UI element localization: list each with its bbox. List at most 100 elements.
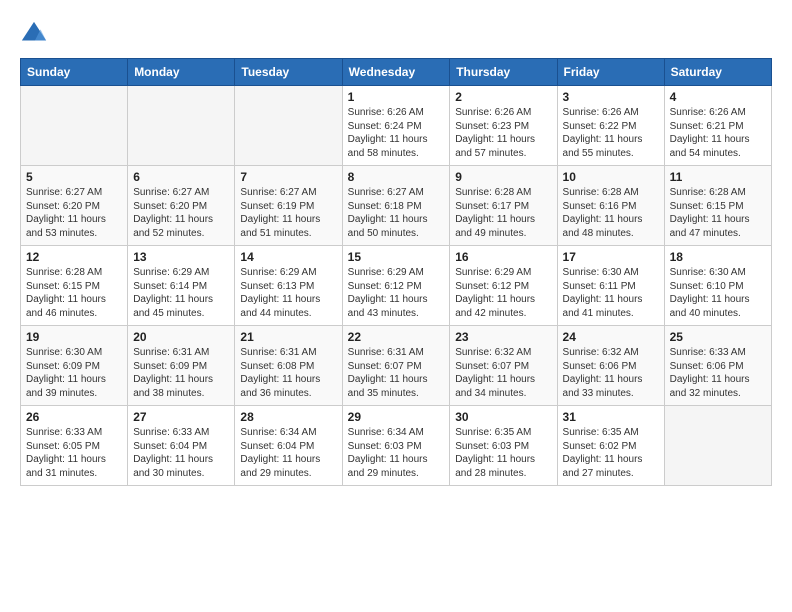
day-number: 19	[26, 330, 122, 344]
day-number: 8	[348, 170, 445, 184]
day-info: Sunrise: 6:30 AM Sunset: 6:11 PM Dayligh…	[563, 266, 659, 320]
calendar-cell: 4 Sunrise: 6:26 AM Sunset: 6:21 PM Daylig…	[664, 86, 771, 166]
calendar-week-row: 1 Sunrise: 6:26 AM Sunset: 6:24 PM Daylig…	[21, 86, 772, 166]
day-number: 1	[348, 90, 445, 104]
calendar-cell: 19Sunrise: 6:30 AM Sunset: 6:09 PM Dayli…	[21, 326, 128, 406]
day-number: 27	[133, 410, 229, 424]
day-number: 6	[133, 170, 229, 184]
day-info: Sunrise: 6:32 AM Sunset: 6:07 PM Dayligh…	[455, 346, 551, 400]
day-number: 11	[670, 170, 766, 184]
day-number: 13	[133, 250, 229, 264]
day-number: 12	[26, 250, 122, 264]
day-info: Sunrise: 6:27 AM Sunset: 6:19 PM Dayligh…	[240, 186, 336, 240]
calendar-cell: 11 Sunrise: 6:28 AM Sunset: 6:15 PM Dayli…	[664, 166, 771, 246]
day-info: Sunrise: 6:32 AM Sunset: 6:06 PM Dayligh…	[563, 346, 659, 400]
calendar-cell: 8Sunrise: 6:27 AM Sunset: 6:18 PM Daylig…	[342, 166, 450, 246]
page-header	[20, 20, 772, 48]
day-number: 16	[455, 250, 551, 264]
day-number: 3	[563, 90, 659, 104]
weekday-header-friday: Friday	[557, 59, 664, 86]
weekday-header-wednesday: Wednesday	[342, 59, 450, 86]
day-number: 31	[563, 410, 659, 424]
calendar-cell: 22 Sunrise: 6:31 AM Sunset: 6:07 PM Dayli…	[342, 326, 450, 406]
calendar-cell	[21, 86, 128, 166]
day-number: 28	[240, 410, 336, 424]
day-number: 7	[240, 170, 336, 184]
day-number: 20	[133, 330, 229, 344]
calendar-cell: 31Sunrise: 6:35 AM Sunset: 6:02 PM Dayli…	[557, 406, 664, 486]
calendar-cell	[664, 406, 771, 486]
day-info: Sunrise: 6:26 AM Sunset: 6:24 PM Dayligh…	[348, 106, 445, 160]
day-info: Sunrise: 6:33 AM Sunset: 6:04 PM Dayligh…	[133, 426, 229, 480]
weekday-header-tuesday: Tuesday	[235, 59, 342, 86]
day-number: 22	[348, 330, 445, 344]
day-info: Sunrise: 6:26 AM Sunset: 6:22 PM Dayligh…	[563, 106, 659, 160]
calendar-cell: 12 Sunrise: 6:28 AM Sunset: 6:15 PM Dayli…	[21, 246, 128, 326]
day-number: 5	[26, 170, 122, 184]
day-info: Sunrise: 6:29 AM Sunset: 6:12 PM Dayligh…	[348, 266, 445, 320]
day-info: Sunrise: 6:29 AM Sunset: 6:14 PM Dayligh…	[133, 266, 229, 320]
day-number: 30	[455, 410, 551, 424]
calendar-cell: 14 Sunrise: 6:29 AM Sunset: 6:13 PM Dayli…	[235, 246, 342, 326]
day-info: Sunrise: 6:34 AM Sunset: 6:03 PM Dayligh…	[348, 426, 445, 480]
calendar-cell: 9Sunrise: 6:28 AM Sunset: 6:17 PM Daylig…	[450, 166, 557, 246]
calendar-cell: 7 Sunrise: 6:27 AM Sunset: 6:19 PM Daylig…	[235, 166, 342, 246]
calendar-cell: 16Sunrise: 6:29 AM Sunset: 6:12 PM Dayli…	[450, 246, 557, 326]
calendar-cell	[235, 86, 342, 166]
day-info: Sunrise: 6:28 AM Sunset: 6:15 PM Dayligh…	[26, 266, 122, 320]
day-info: Sunrise: 6:31 AM Sunset: 6:08 PM Dayligh…	[240, 346, 336, 400]
calendar-cell: 17 Sunrise: 6:30 AM Sunset: 6:11 PM Dayli…	[557, 246, 664, 326]
calendar-cell: 10 Sunrise: 6:28 AM Sunset: 6:16 PM Dayli…	[557, 166, 664, 246]
day-info: Sunrise: 6:30 AM Sunset: 6:10 PM Dayligh…	[670, 266, 766, 320]
weekday-header-monday: Monday	[128, 59, 235, 86]
calendar-header-row: SundayMondayTuesdayWednesdayThursdayFrid…	[21, 59, 772, 86]
day-info: Sunrise: 6:33 AM Sunset: 6:06 PM Dayligh…	[670, 346, 766, 400]
calendar-cell: 20 Sunrise: 6:31 AM Sunset: 6:09 PM Dayli…	[128, 326, 235, 406]
calendar-cell: 28Sunrise: 6:34 AM Sunset: 6:04 PM Dayli…	[235, 406, 342, 486]
day-info: Sunrise: 6:31 AM Sunset: 6:09 PM Dayligh…	[133, 346, 229, 400]
day-number: 15	[348, 250, 445, 264]
day-number: 17	[563, 250, 659, 264]
day-info: Sunrise: 6:29 AM Sunset: 6:13 PM Dayligh…	[240, 266, 336, 320]
calendar-cell: 18 Sunrise: 6:30 AM Sunset: 6:10 PM Dayli…	[664, 246, 771, 326]
calendar-cell: 30Sunrise: 6:35 AM Sunset: 6:03 PM Dayli…	[450, 406, 557, 486]
calendar-cell: 15 Sunrise: 6:29 AM Sunset: 6:12 PM Dayli…	[342, 246, 450, 326]
day-info: Sunrise: 6:26 AM Sunset: 6:21 PM Dayligh…	[670, 106, 766, 160]
day-number: 21	[240, 330, 336, 344]
day-info: Sunrise: 6:33 AM Sunset: 6:05 PM Dayligh…	[26, 426, 122, 480]
calendar-cell: 29 Sunrise: 6:34 AM Sunset: 6:03 PM Dayli…	[342, 406, 450, 486]
day-number: 29	[348, 410, 445, 424]
calendar-cell: 26 Sunrise: 6:33 AM Sunset: 6:05 PM Dayli…	[21, 406, 128, 486]
calendar-cell: 5Sunrise: 6:27 AM Sunset: 6:20 PM Daylig…	[21, 166, 128, 246]
calendar-cell: 25 Sunrise: 6:33 AM Sunset: 6:06 PM Dayli…	[664, 326, 771, 406]
day-number: 14	[240, 250, 336, 264]
calendar-week-row: 19Sunrise: 6:30 AM Sunset: 6:09 PM Dayli…	[21, 326, 772, 406]
calendar-cell: 23 Sunrise: 6:32 AM Sunset: 6:07 PM Dayli…	[450, 326, 557, 406]
calendar-cell: 13 Sunrise: 6:29 AM Sunset: 6:14 PM Dayli…	[128, 246, 235, 326]
day-number: 10	[563, 170, 659, 184]
calendar-cell: 27 Sunrise: 6:33 AM Sunset: 6:04 PM Dayli…	[128, 406, 235, 486]
day-info: Sunrise: 6:28 AM Sunset: 6:15 PM Dayligh…	[670, 186, 766, 240]
weekday-header-sunday: Sunday	[21, 59, 128, 86]
day-info: Sunrise: 6:27 AM Sunset: 6:20 PM Dayligh…	[133, 186, 229, 240]
calendar-cell: 1 Sunrise: 6:26 AM Sunset: 6:24 PM Daylig…	[342, 86, 450, 166]
calendar-cell: 21 Sunrise: 6:31 AM Sunset: 6:08 PM Dayli…	[235, 326, 342, 406]
day-number: 26	[26, 410, 122, 424]
day-number: 2	[455, 90, 551, 104]
day-number: 18	[670, 250, 766, 264]
weekday-header-thursday: Thursday	[450, 59, 557, 86]
calendar-cell: 3 Sunrise: 6:26 AM Sunset: 6:22 PM Daylig…	[557, 86, 664, 166]
day-number: 4	[670, 90, 766, 104]
day-number: 25	[670, 330, 766, 344]
day-info: Sunrise: 6:28 AM Sunset: 6:17 PM Dayligh…	[455, 186, 551, 240]
logo-icon	[20, 20, 48, 48]
calendar-table: SundayMondayTuesdayWednesdayThursdayFrid…	[20, 58, 772, 486]
calendar-cell: 6 Sunrise: 6:27 AM Sunset: 6:20 PM Daylig…	[128, 166, 235, 246]
day-number: 23	[455, 330, 551, 344]
day-info: Sunrise: 6:28 AM Sunset: 6:16 PM Dayligh…	[563, 186, 659, 240]
day-info: Sunrise: 6:26 AM Sunset: 6:23 PM Dayligh…	[455, 106, 551, 160]
calendar-week-row: 12 Sunrise: 6:28 AM Sunset: 6:15 PM Dayli…	[21, 246, 772, 326]
day-info: Sunrise: 6:31 AM Sunset: 6:07 PM Dayligh…	[348, 346, 445, 400]
calendar-cell: 24 Sunrise: 6:32 AM Sunset: 6:06 PM Dayli…	[557, 326, 664, 406]
day-number: 24	[563, 330, 659, 344]
